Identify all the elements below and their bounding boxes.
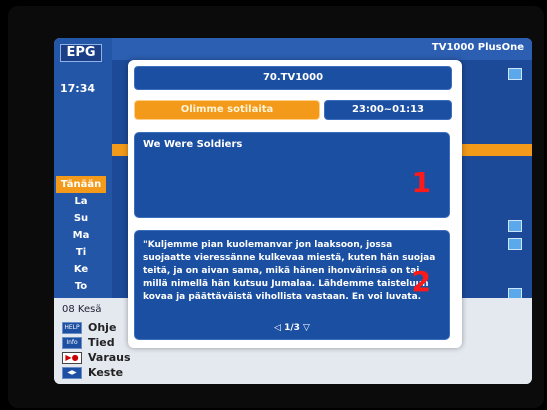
program-description: "Kuljemme pian kuolemanvar jon laaksoon,… [143,240,436,302]
annotation-number-2: 2 [411,265,431,298]
original-title: We Were Soldiers [143,139,243,150]
page-indicator[interactable]: ◁ 1/3 ▽ [135,322,449,335]
day-item[interactable]: Ke [56,261,106,278]
legend-label: Tied [88,336,115,349]
channel-header-right: TV1000 PlusOne [431,42,524,53]
channel-header-bar: TV1000 PlusOne [112,38,532,60]
clock: 17:34 [60,82,96,95]
channel-name: 70.TV1000 [134,66,452,90]
program-time: 23:00~01:13 [324,100,452,120]
legend-label: Varaus [88,351,131,364]
day-item[interactable]: Ti [56,244,106,261]
footer-date: 08 Kesä [62,304,102,315]
legend-label: Keste [88,366,124,379]
program-marker-icon [508,68,522,80]
day-item[interactable]: To [56,278,106,295]
legend-item: ◀▶ Keste [62,365,131,380]
record-glyph: ▶● [65,352,79,362]
day-item[interactable]: Su [56,210,106,227]
legend-label: Ohje [88,321,117,334]
info-key-icon: Info [62,336,82,349]
day-item[interactable]: Ma [56,227,106,244]
program-marker-icon [508,238,522,250]
program-title-pill: Olimme sotilaita [134,100,320,120]
day-item[interactable]: La [56,193,106,210]
program-info-dialog: 70.TV1000 Olimme sotilaita 23:00~01:13 W… [128,60,462,348]
help-key-icon: HELP [62,321,82,334]
epg-sidebar: EPG 17:34 Tänään La Su Ma Ti Ke To Pe [54,38,112,309]
day-item[interactable]: Tänään [56,176,106,193]
day-list: Tänään La Su Ma Ti Ke To Pe [56,176,106,312]
legend-item: HELP Ohje [62,320,131,335]
description-box[interactable]: "Kuljemme pian kuolemanvar jon laaksoon,… [134,230,450,340]
original-title-box: We Were Soldiers 1 [134,132,450,218]
legend-item: ▶● Varaus [62,350,131,365]
legend-item: Info Tied [62,335,131,350]
program-marker-icon [508,220,522,232]
epg-logo: EPG [60,44,102,62]
annotation-number-1: 1 [411,166,431,199]
button-legend: HELP Ohje Info Tied ▶● Varaus ◀▶ Keste [62,320,131,380]
arrow-key-icon: ◀▶ [62,366,82,379]
tv-screen: EPG 17:34 Tänään La Su Ma Ti Ke To Pe TV… [8,6,544,408]
record-key-icon: ▶● [62,351,82,364]
